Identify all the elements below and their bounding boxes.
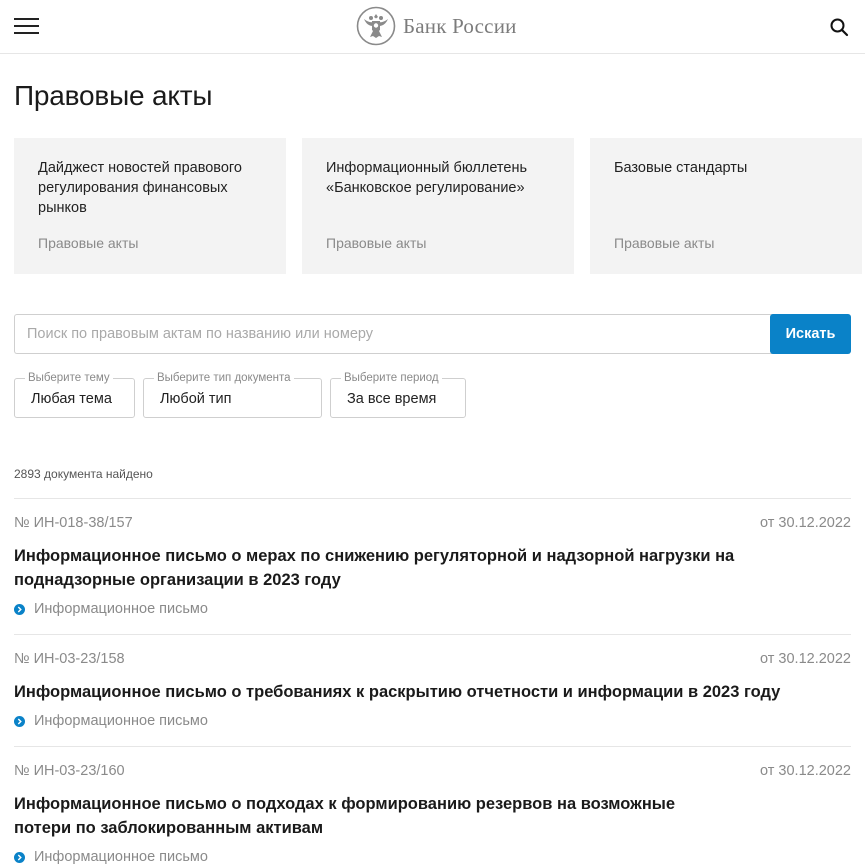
document-title-link[interactable]: Информационное письмо о мерах по снижени…	[14, 544, 851, 592]
document-title-link[interactable]: Информационное письмо о требованиях к ра…	[14, 680, 851, 704]
card-title: Базовые стандарты	[614, 160, 748, 176]
document-number: № ИН-03-23/158	[14, 651, 125, 667]
filter-value: За все время	[347, 391, 437, 407]
card-digest[interactable]: Дайджест новостей правового регулировани…	[14, 138, 286, 274]
arrow-circle-icon	[14, 715, 25, 727]
document-type-label: Информационное письмо	[34, 849, 208, 865]
search-icon[interactable]	[829, 17, 849, 37]
logo-text: Банк России	[403, 13, 517, 38]
arrow-circle-icon	[14, 603, 25, 615]
document-item: № ИН-03-23/160 от 30.12.2022 Информацион…	[14, 746, 851, 866]
card-basic-standards[interactable]: Базовые стандарты Правовые акты	[590, 138, 862, 274]
filter-legend: Выберите период	[341, 372, 442, 385]
card-tag: Правовые акты	[38, 235, 139, 251]
filter-legend: Выберите тип документа	[154, 372, 294, 385]
page-title: Правовые акты	[14, 80, 213, 111]
document-date: от 30.12.2022	[760, 651, 851, 667]
filter-value: Любая тема	[31, 391, 112, 407]
filter-document-type[interactable]: Выберите тип документа Любой тип	[143, 372, 322, 418]
document-title-link[interactable]: Информационное письмо о подходах к форми…	[14, 792, 734, 840]
document-date: от 30.12.2022	[760, 515, 851, 531]
filter-value: Любой тип	[160, 391, 232, 407]
logo[interactable]: Банк России	[356, 6, 517, 46]
document-item: № ИН-018-38/157 от 30.12.2022 Информацио…	[14, 498, 851, 634]
document-item: № ИН-03-23/158 от 30.12.2022 Информацион…	[14, 634, 851, 746]
document-type: Информационное письмо	[14, 601, 208, 617]
document-type-label: Информационное письмо	[34, 713, 208, 729]
card-title: Информационный бюллетень «Банковское рег…	[326, 160, 528, 196]
search-input[interactable]	[14, 314, 774, 354]
document-number: № ИН-03-23/160	[14, 763, 125, 779]
results-count: 2893 документа найдено	[14, 467, 153, 481]
document-type: Информационное письмо	[14, 849, 208, 865]
filter-period[interactable]: Выберите период За все время	[330, 372, 466, 418]
filter-legend: Выберите тему	[25, 372, 113, 385]
arrow-circle-icon	[14, 851, 25, 863]
card-title: Дайджест новостей правового регулировани…	[38, 160, 242, 216]
filter-topic[interactable]: Выберите тему Любая тема	[14, 372, 135, 418]
document-date: от 30.12.2022	[760, 763, 851, 779]
hamburger-menu-icon[interactable]	[14, 17, 39, 35]
site-header: Банк России	[0, 0, 865, 54]
card-tag: Правовые акты	[326, 235, 427, 251]
search-button[interactable]: Искать	[770, 314, 851, 354]
double-eagle-emblem-icon	[356, 6, 396, 46]
document-number: № ИН-018-38/157	[14, 515, 133, 531]
document-type-label: Информационное письмо	[34, 601, 208, 617]
document-type: Информационное письмо	[14, 713, 208, 729]
card-bulletin[interactable]: Информационный бюллетень «Банковское рег…	[302, 138, 574, 274]
card-tag: Правовые акты	[614, 235, 715, 251]
